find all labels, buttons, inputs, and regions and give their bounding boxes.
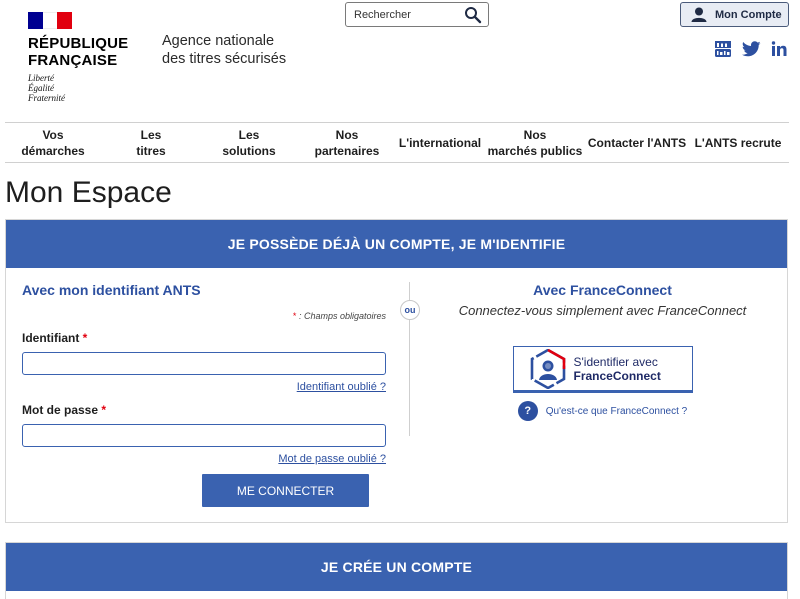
page-title: Mon Espace [5, 176, 172, 209]
franceconnect-button-line2: FranceConnect [573, 368, 661, 383]
nav-item-marches-publics[interactable]: Nos marchés publics [483, 123, 587, 162]
nav-item-line: Nos [523, 127, 547, 142]
or-separator: ou [400, 300, 420, 320]
ants-login-form: Avec mon identifiant ANTS * : Champs obl… [22, 282, 386, 465]
agency-line2: des titres sécurisés [162, 51, 287, 67]
my-account-label: Mon Compte [715, 8, 782, 21]
franceconnect-button-line1: S'identifier avec [573, 354, 658, 369]
motto-fraternite: Fraternité [28, 93, 65, 103]
password-forgot-link[interactable]: Mot de passe oublié ? [22, 453, 386, 465]
youtube-link[interactable] [714, 40, 732, 58]
main-nav: Vos démarches Les titres Les solutions Nos p… [5, 122, 789, 163]
search-input[interactable] [354, 4, 464, 26]
nav-item-line: Vos [42, 127, 64, 142]
social-links [714, 40, 797, 58]
nav-item-vos-demarches[interactable]: Vos démarches [5, 123, 101, 162]
franceconnect-button[interactable]: S'identifier avec FranceConnect [512, 346, 693, 393]
required-star: * [101, 403, 107, 417]
nav-item-contacter-ants[interactable]: Contacter l'ANTS [587, 123, 687, 162]
motto-egalite: Égalité [28, 83, 54, 93]
nav-item-line: Les [140, 127, 162, 142]
password-label-text: Mot de passe [22, 403, 99, 417]
franceconnect-section: Avec FranceConnect Connectez-vous simple… [426, 282, 779, 421]
login-card-heading: JE POSSÈDE DÉJÀ UN COMPTE, JE M'IDENTIFI… [6, 220, 787, 268]
nav-item-line: partenaires [314, 143, 380, 158]
login-card: JE POSSÈDE DÉJÀ UN COMPTE, JE M'IDENTIFI… [5, 219, 788, 523]
my-account-button[interactable]: Mon Compte [680, 2, 789, 27]
required-star: * [82, 331, 88, 345]
identifiant-label-text: Identifiant [22, 331, 80, 345]
nav-item-line: solutions [222, 143, 276, 158]
nav-item-line: démarches [21, 143, 85, 158]
ants-login-title: Avec mon identifiant ANTS [22, 282, 201, 298]
nav-item-line: titres [136, 143, 166, 158]
create-account-card: JE CRÉE UN COMPTE [5, 542, 788, 599]
republic-line1: RÉPUBLIQUE [28, 35, 129, 52]
nav-item-line: Contacter l'ANTS [587, 135, 687, 150]
password-field[interactable] [22, 424, 386, 447]
nav-item-line: L'international [398, 135, 482, 150]
search-icon [465, 7, 482, 24]
nav-item-international[interactable]: L'international [397, 123, 483, 162]
linkedin-icon [771, 41, 787, 56]
franceconnect-title: Avec FranceConnect [533, 282, 672, 298]
required-fields-text: : Champs obligatoires [298, 311, 386, 321]
search-button[interactable] [464, 6, 482, 24]
site-header: RÉPUBLIQUE FRANÇAISE Liberté Égalité Fra… [0, 0, 800, 122]
franceconnect-info-link[interactable]: ? Qu'est-ce que FranceConnect ? [426, 401, 779, 421]
nav-item-nos-partenaires[interactable]: Nos partenaires [297, 123, 397, 162]
identifiant-label: Identifiant * [22, 331, 386, 345]
franceconnect-info-label: Qu'est-ce que FranceConnect ? [545, 405, 688, 417]
republic-line2: FRANÇAISE [28, 52, 118, 69]
linkedin-link[interactable] [771, 41, 787, 57]
franceconnect-subtitle: Connectez-vous simplement avec FranceCon… [458, 303, 747, 318]
republique-francaise-logo[interactable]: RÉPUBLIQUE FRANÇAISE Liberté Égalité Fra… [28, 12, 143, 103]
franceconnect-logo-icon [530, 348, 565, 389]
search-box [345, 2, 489, 27]
republic-name: RÉPUBLIQUE FRANÇAISE [28, 35, 143, 69]
login-button[interactable]: ME CONNECTER [202, 474, 369, 507]
nav-item-ants-recrute[interactable]: L'ANTS recrute [687, 123, 789, 162]
motto-liberte: Liberté [28, 73, 54, 83]
agency-line1: Agence nationale [162, 33, 275, 49]
nav-item-line: Les [238, 127, 260, 142]
required-fields-note: * : Champs obligatoires [22, 311, 386, 321]
nav-item-les-solutions[interactable]: Les solutions [201, 123, 297, 162]
nav-item-line: L'ANTS recrute [694, 135, 782, 150]
password-label: Mot de passe * [22, 403, 386, 417]
identifiant-forgot-link[interactable]: Identifiant oublié ? [22, 381, 386, 393]
twitter-icon [742, 41, 761, 57]
french-flag-icon [28, 12, 73, 29]
identifiant-field[interactable] [22, 352, 386, 375]
user-icon [691, 7, 707, 22]
franceconnect-button-text: S'identifier avec FranceConnect [574, 355, 661, 383]
nav-item-line: Nos [335, 127, 359, 142]
agency-name[interactable]: Agence nationale des titres sécurisés [162, 32, 286, 68]
republic-motto: Liberté Égalité Fraternité [28, 73, 143, 103]
create-account-heading[interactable]: JE CRÉE UN COMPTE [6, 543, 787, 591]
youtube-icon [715, 41, 731, 57]
nav-item-les-titres[interactable]: Les titres [101, 123, 201, 162]
required-star: * [292, 311, 297, 321]
nav-item-line: marchés publics [487, 143, 583, 158]
twitter-link[interactable] [742, 41, 761, 57]
question-mark-icon: ? [517, 401, 538, 421]
